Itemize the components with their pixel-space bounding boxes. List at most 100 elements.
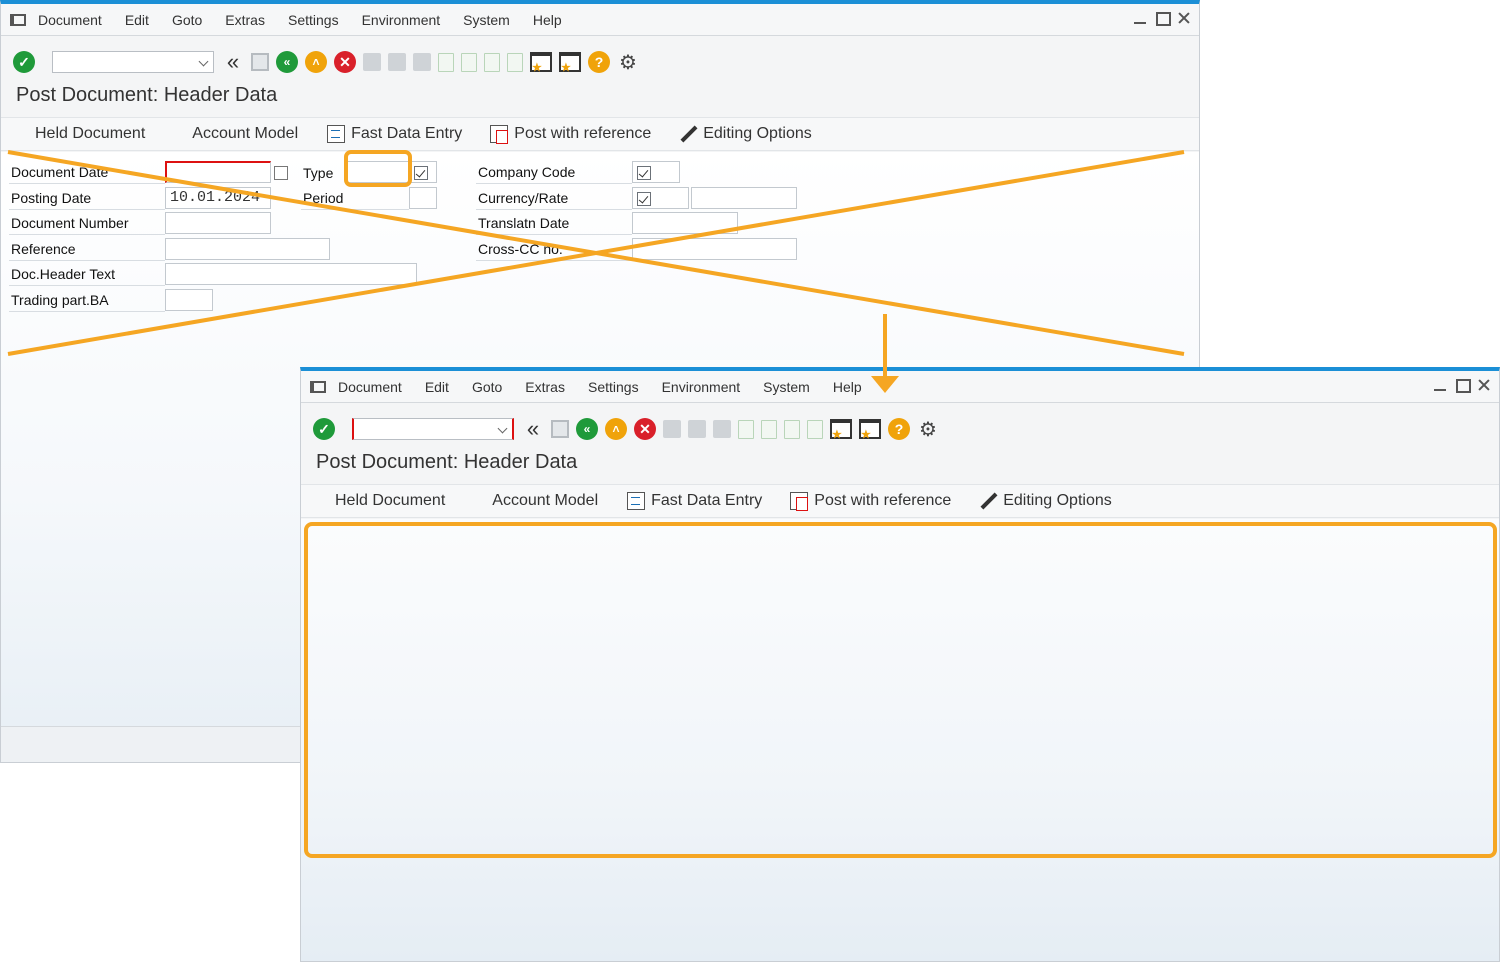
canvas: Document Edit Goto Extras Settings Envir… [0,0,1500,962]
exit-icon[interactable]: ˄ [305,51,327,73]
held-document-button[interactable]: Held Document [335,492,445,510]
menu-extras[interactable]: Extras [525,379,565,395]
menu-goto[interactable]: Goto [472,379,502,395]
menu-help[interactable]: Help [833,379,862,395]
translatn-date-field[interactable] [632,212,738,234]
post-with-reference-button[interactable]: Post with reference [490,125,652,144]
editing-options-button[interactable]: Editing Options [679,125,812,143]
help-icon[interactable]: ? [588,51,610,73]
close-icon[interactable] [1177,10,1191,26]
menu-extras[interactable]: Extras [225,12,265,28]
menu-environment[interactable]: Environment [662,379,741,395]
pencil-icon [679,125,697,143]
menu-system[interactable]: System [463,12,510,28]
create-shortcut-icon[interactable] [859,419,881,441]
menu-edit[interactable]: Edit [425,379,449,395]
posting-date-field[interactable]: 10.01.2024 [165,187,271,209]
document-date-field[interactable] [165,161,271,183]
app-menu-icon[interactable] [310,380,326,393]
settings-gear-icon[interactable]: ⚙ [917,418,939,441]
page-title: Post Document: Header Data [16,84,278,106]
standard-toolbar: ✓ « « ˄ ✕ ? ⚙ [301,411,1499,447]
print-icon[interactable] [363,53,381,71]
settings-gear-icon[interactable]: ⚙ [617,51,639,74]
calendar-help-icon[interactable] [274,166,288,180]
menu-document[interactable]: Document [338,379,402,395]
minimize-icon[interactable] [1133,10,1147,26]
document-number-label: Document Number [9,211,165,235]
app-menu-icon[interactable] [10,13,26,26]
first-page-icon[interactable] [738,419,754,439]
menu-settings[interactable]: Settings [588,379,639,395]
cross-cc-no-field[interactable] [632,238,797,260]
cancel-icon[interactable]: ✕ [634,418,656,440]
menu-edit[interactable]: Edit [125,12,149,28]
previous-page-icon[interactable] [461,52,477,72]
reference-field[interactable] [165,238,330,260]
help-icon[interactable]: ? [888,418,910,440]
account-model-button[interactable]: Account Model [492,492,598,510]
collapse-chevron-icon[interactable]: « [522,416,544,441]
find-icon[interactable] [388,53,406,71]
last-page-icon[interactable] [807,419,823,439]
menu-help[interactable]: Help [533,12,562,28]
exchange-rate-field[interactable] [691,187,797,209]
fast-data-entry-icon [327,125,346,143]
cancel-icon[interactable]: ✕ [334,51,356,73]
company-code-label: Company Code [476,160,632,184]
command-field[interactable] [52,51,214,73]
find-icon[interactable] [688,420,706,438]
close-icon[interactable] [1477,377,1491,393]
trading-part-ba-field[interactable] [165,289,213,311]
post-with-reference-icon [790,492,809,511]
fast-data-entry-button[interactable]: Fast Data Entry [627,492,762,510]
find-next-icon[interactable] [713,420,731,438]
held-document-button[interactable]: Held Document [35,125,145,143]
back-icon[interactable]: « [576,418,598,440]
account-model-button[interactable]: Account Model [192,125,298,143]
type-field[interactable] [347,161,409,183]
next-page-icon[interactable] [784,419,800,439]
menu-settings[interactable]: Settings [288,12,339,28]
maximize-icon[interactable] [1455,377,1471,393]
menu-system[interactable]: System [763,379,810,395]
first-page-icon[interactable] [438,52,454,72]
type-checkbox[interactable] [414,166,428,180]
currency-checkbox[interactable] [637,192,651,206]
back-icon[interactable]: « [276,51,298,73]
type-label: Type [303,165,334,181]
post-with-reference-label: Post with reference [514,125,652,142]
new-session-icon[interactable] [530,52,552,74]
menu-goto[interactable]: Goto [172,12,202,28]
create-shortcut-icon[interactable] [559,52,581,74]
account-model-label: Account Model [192,125,299,142]
menu-document[interactable]: Document [38,12,102,28]
save-icon[interactable] [551,420,569,438]
previous-page-icon[interactable] [761,419,777,439]
menu-environment[interactable]: Environment [362,12,441,28]
last-page-icon[interactable] [507,52,523,72]
document-number-field[interactable] [165,212,271,234]
translatn-date-label: Translatn Date [476,211,632,235]
find-next-icon[interactable] [413,53,431,71]
fast-data-entry-button[interactable]: Fast Data Entry [327,125,462,143]
maximize-icon[interactable] [1155,10,1171,26]
minimize-icon[interactable] [1433,377,1447,393]
print-icon[interactable] [663,420,681,438]
command-field[interactable] [352,418,514,440]
editing-options-button[interactable]: Editing Options [979,492,1112,510]
doc-header-text-field[interactable] [165,263,417,285]
enter-check-icon[interactable]: ✓ [13,51,35,73]
post-with-reference-button[interactable]: Post with reference [790,492,951,511]
post-with-reference-icon [490,125,509,144]
enter-check-icon[interactable]: ✓ [313,418,335,440]
currency-rate-label: Currency/Rate [476,186,632,210]
new-session-icon[interactable] [830,419,852,441]
save-icon[interactable] [251,53,269,71]
company-code-checkbox[interactable] [637,166,651,180]
exit-icon[interactable]: ˄ [605,418,627,440]
collapse-chevron-icon[interactable]: « [222,49,244,74]
editing-options-label: Editing Options [1003,492,1112,509]
next-page-icon[interactable] [484,52,500,72]
period-field[interactable] [409,187,437,209]
